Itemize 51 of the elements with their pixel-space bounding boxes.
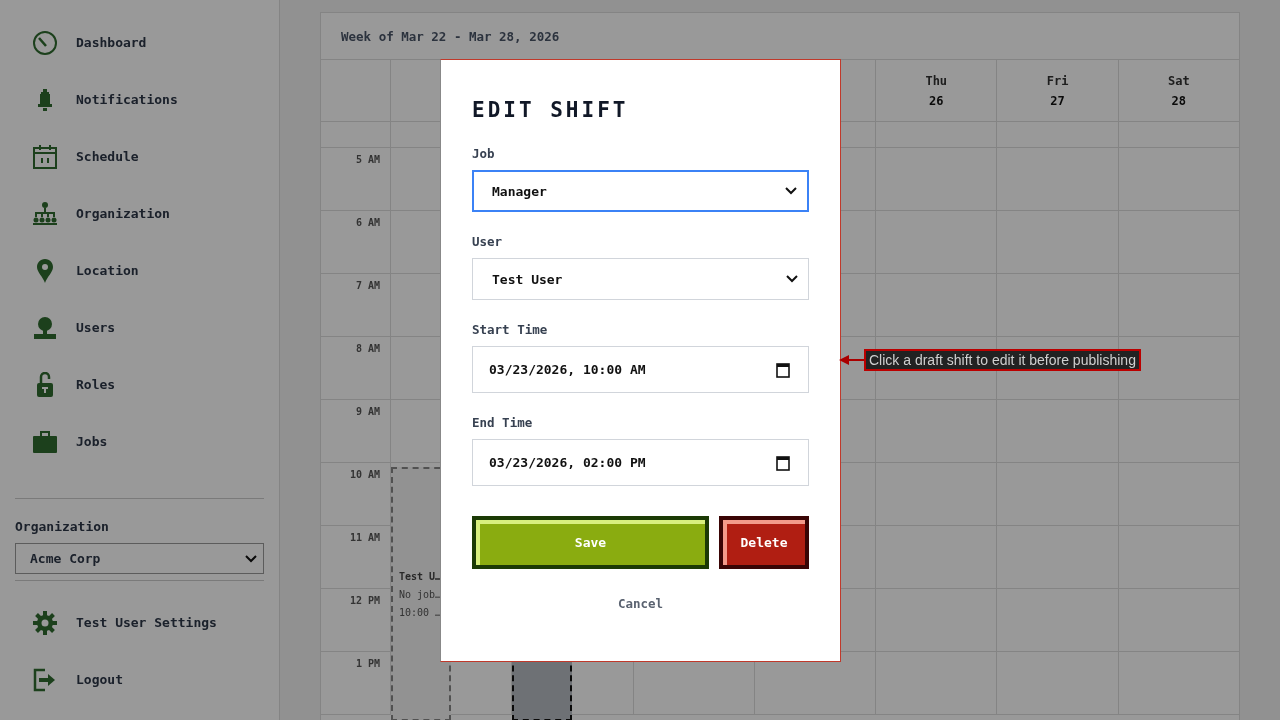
settings-icon bbox=[32, 609, 58, 636]
org-chart-icon bbox=[32, 200, 58, 227]
nav-item[interactable]: Jobs bbox=[0, 413, 279, 470]
user-icon bbox=[32, 314, 58, 341]
datetime-field[interactable]: 03/23/2026, 02:00 PM bbox=[472, 439, 809, 486]
nav-item[interactable]: Dashboard bbox=[0, 14, 279, 71]
hour-label: 12 PM bbox=[321, 589, 390, 652]
nav-item[interactable]: Test User Settings bbox=[0, 594, 279, 651]
hour-label: 10 AM bbox=[321, 463, 390, 526]
nav-item[interactable]: Roles bbox=[0, 356, 279, 413]
date-label: 28 bbox=[1171, 93, 1187, 108]
hour-label: 5 AM bbox=[321, 148, 390, 211]
hour-label: 8 AM bbox=[321, 337, 390, 400]
gauge-icon bbox=[32, 29, 58, 56]
briefcase-icon bbox=[32, 428, 58, 455]
weekday-label: Fri bbox=[1046, 73, 1069, 88]
hour-label: 6 AM bbox=[321, 211, 390, 274]
chevron-down-icon bbox=[786, 275, 798, 283]
organization-select[interactable]: Acme Corp bbox=[15, 543, 264, 574]
field-label: Start Time bbox=[472, 322, 549, 337]
cancel-link[interactable]: Cancel bbox=[611, 595, 670, 612]
chevron-down-icon bbox=[245, 554, 257, 563]
nav-item[interactable]: Notifications bbox=[0, 71, 279, 128]
dialog-title: EDIT SHIFT bbox=[472, 98, 630, 122]
hour-label: 7 AM bbox=[321, 274, 390, 337]
weekday-label: Sat bbox=[1168, 73, 1190, 88]
field-label: Organization bbox=[15, 519, 110, 534]
nav-item[interactable]: Users bbox=[0, 299, 279, 356]
date-label: 27 bbox=[1050, 93, 1065, 108]
hour-label: 9 AM bbox=[321, 400, 390, 463]
field-label: End Time bbox=[472, 415, 534, 430]
calendar-icon bbox=[776, 454, 790, 471]
nav-item[interactable]: Organization bbox=[0, 185, 279, 242]
field-label: Job bbox=[472, 146, 496, 161]
pointer-arrow bbox=[839, 354, 864, 366]
select-field[interactable]: Test User bbox=[472, 258, 809, 300]
nav-item[interactable]: Logout bbox=[0, 651, 279, 708]
delete-button[interactable]: Delete bbox=[719, 516, 809, 569]
datetime-field[interactable]: 03/23/2026, 10:00 AM bbox=[472, 346, 809, 393]
date-label: 26 bbox=[929, 93, 944, 108]
hour-label: 1 PM bbox=[321, 652, 390, 715]
calendar-icon bbox=[32, 143, 58, 170]
hint-tooltip: Click a draft shift to edit it before publishing bbox=[864, 349, 1141, 371]
weekday-label: Thu bbox=[925, 73, 948, 88]
field-label: User bbox=[472, 234, 504, 249]
nav-item[interactable]: Schedule bbox=[0, 128, 279, 185]
select-field[interactable]: Manager bbox=[472, 170, 809, 212]
calendar-icon bbox=[776, 361, 790, 378]
chevron-down-icon bbox=[785, 187, 797, 195]
hour-label: 11 AM bbox=[321, 526, 390, 589]
nav-item[interactable]: Location bbox=[0, 242, 279, 299]
